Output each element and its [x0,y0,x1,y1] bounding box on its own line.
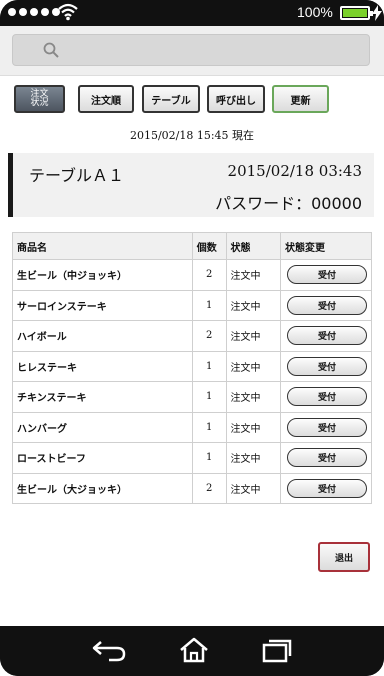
product-name: ハンバーグ [12,411,193,443]
battery-icon [340,6,373,20]
recent-apps-icon[interactable] [262,639,292,663]
product-name: ヒレステーキ [12,350,193,382]
table-row: サーロインステーキ 1 注文中 受付 [12,289,372,321]
quantity: 1 [191,411,227,443]
table-name: テーブルＡ１ [29,166,125,185]
orders-table: 商品名 個数 状態 状態変更 生ビール（中ジョッキ） 2 注文中 受付 サーロイ… [12,232,372,504]
order-status-button[interactable]: 注文 状況 [14,85,65,113]
current-datetime: 2015/02/18 15:45 現在 [129,129,255,142]
accept-button[interactable]: 受付 [287,478,367,498]
navigation-bar [0,626,384,676]
refresh-button-label: 更新 [290,95,311,107]
order-status-label-line2: 状況 [30,98,49,108]
table-row: チキンステーキ 1 注文中 受付 [12,381,372,413]
table-row: ローストビーフ 1 注文中 受付 [12,442,372,474]
home-icon[interactable] [179,637,209,663]
order-state: 注文中 [225,350,282,382]
table-button-label: テーブル [151,95,191,107]
table-row: 生ビール（中ジョッキ） 2 注文中 受付 [12,259,372,291]
table-button[interactable]: テーブル [142,85,200,113]
exit-button[interactable]: 退出 [318,542,370,572]
order-state: 注文中 [225,442,282,474]
quantity: 1 [191,289,227,321]
header-state-change: 状態変更 [280,232,372,260]
battery-percent: 100% [297,4,333,20]
product-name: 生ビール（中ジョッキ） [12,259,193,291]
order-state: 注文中 [225,289,282,321]
product-name: ハイボール [12,320,193,352]
signal-strength [8,8,60,16]
order-state: 注文中 [225,259,282,291]
exit-button-label: 退出 [334,553,353,564]
search-input[interactable] [12,34,370,66]
quantity: 1 [191,350,227,382]
order-state: 注文中 [225,472,282,504]
back-icon[interactable] [91,638,127,662]
table-info-card: テーブルＡ１ 2015/02/18 03:43 パスワード：00000 [8,153,374,217]
accept-button[interactable]: 受付 [287,295,367,315]
header-quantity: 個数 [191,232,227,260]
quantity: 2 [191,320,227,352]
table-row: ハンバーグ 1 注文中 受付 [12,411,372,443]
header-state: 状態 [225,232,282,260]
signal-dot [41,8,49,16]
phone-frame: 100% 注文 状況 注文順 テーブル 呼び出し 更新 2015/02/18 1… [0,0,384,676]
search-header [0,26,384,76]
accept-button[interactable]: 受付 [287,326,367,346]
order-state: 注文中 [225,381,282,413]
signal-dot [30,8,38,16]
quantity: 2 [191,472,227,504]
table-row: 生ビール（大ジョッキ） 2 注文中 受付 [12,472,372,504]
wifi-icon [58,3,78,21]
order-sort-label: 注文順 [91,95,121,107]
call-button[interactable]: 呼び出し [207,85,265,113]
table-header-row: 商品名 個数 状態 状態変更 [12,232,372,260]
quantity: 2 [191,259,227,291]
order-sort-button[interactable]: 注文順 [78,85,134,113]
accept-button[interactable]: 受付 [287,265,367,285]
accept-button[interactable]: 受付 [287,417,367,437]
header-product: 商品名 [12,232,193,260]
charging-icon [372,5,382,21]
quantity: 1 [191,442,227,474]
quantity: 1 [191,381,227,413]
accept-button[interactable]: 受付 [287,448,367,468]
product-name: チキンステーキ [12,381,193,413]
table-row: ハイボール 2 注文中 受付 [12,320,372,352]
order-state: 注文中 [225,320,282,352]
search-icon [43,42,59,58]
accept-button[interactable]: 受付 [287,356,367,376]
table-row: ヒレステーキ 1 注文中 受付 [12,350,372,382]
main-content: 注文 状況 注文順 テーブル 呼び出し 更新 2015/02/18 15:45 … [0,76,384,626]
product-name: ローストビーフ [12,442,193,474]
signal-dot [8,8,16,16]
status-bar: 100% [0,0,384,26]
product-name: サーロインステーキ [12,289,193,321]
call-button-label: 呼び出し [216,95,256,107]
product-name: 生ビール（大ジョッキ） [12,472,193,504]
table-password: パスワード：00000 [215,194,362,213]
refresh-button[interactable]: 更新 [272,85,329,113]
order-state: 注文中 [225,411,282,443]
table-datetime: 2015/02/18 03:43 [227,162,362,180]
signal-dot [19,8,27,16]
accept-button[interactable]: 受付 [287,387,367,407]
